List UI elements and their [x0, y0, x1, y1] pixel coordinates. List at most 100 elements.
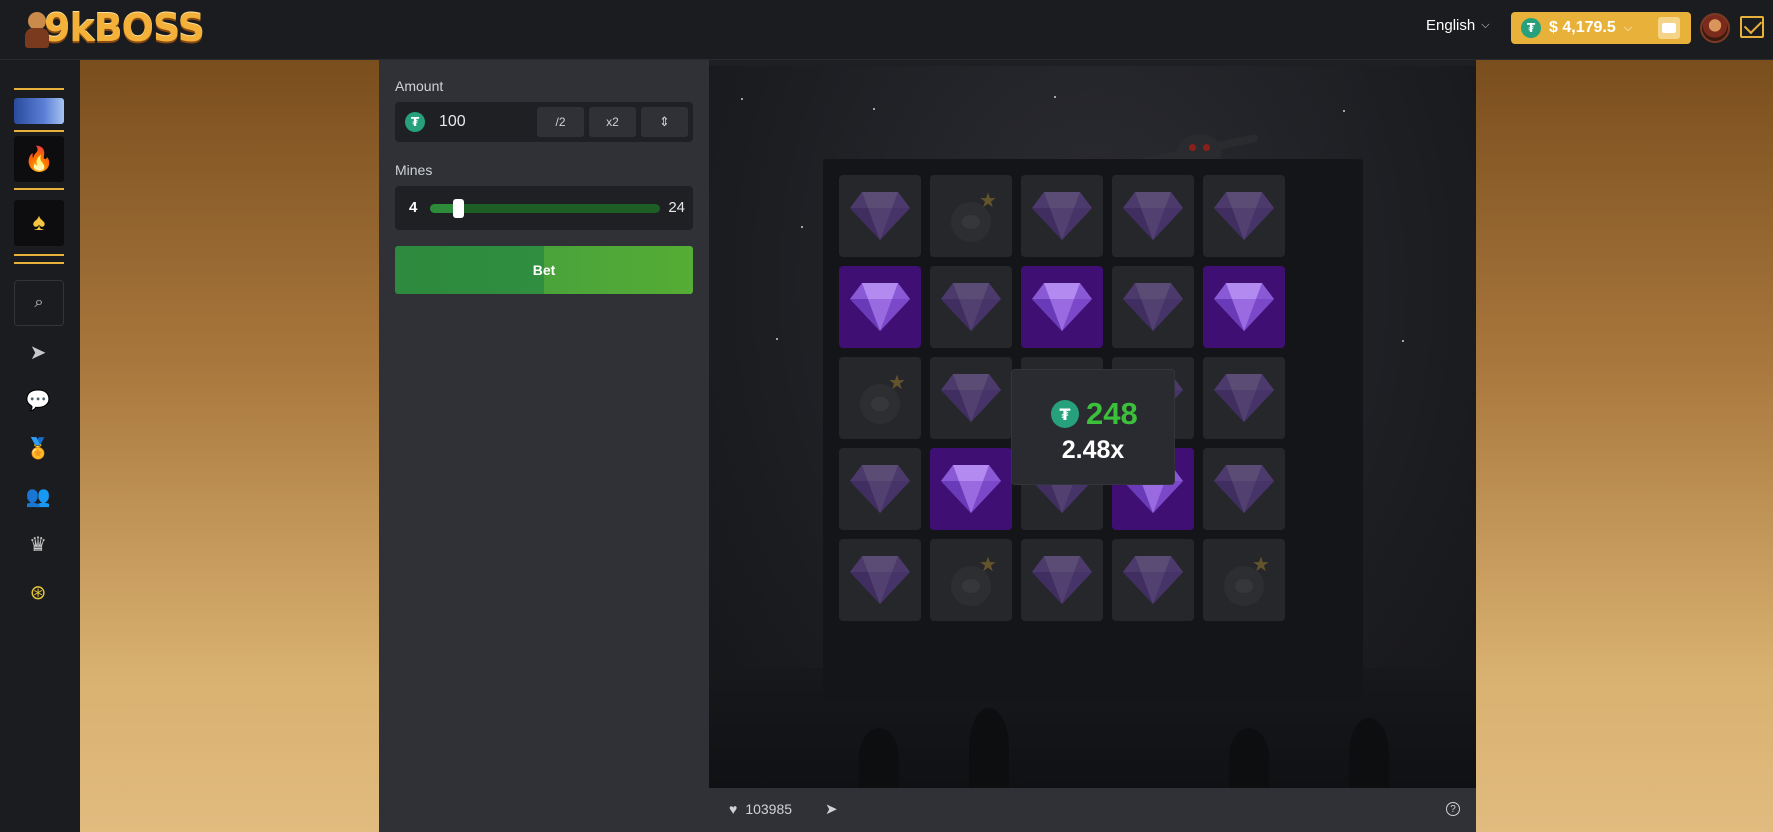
coin-icon[interactable]: ⊛: [24, 578, 52, 606]
sidebar-divider: [14, 254, 64, 256]
users-icon[interactable]: 👥: [24, 482, 52, 510]
chat-icon[interactable]: 💬: [24, 386, 52, 414]
search-icon: ⌕: [34, 294, 44, 311]
grid-cell-gem[interactable]: [930, 357, 1012, 439]
background-right: [1476, 60, 1773, 832]
sidebar-item-casino[interactable]: ♠: [14, 200, 64, 246]
amount-stepper-button[interactable]: ⇕: [641, 107, 688, 137]
grid-cell-gem[interactable]: [930, 266, 1012, 348]
grid-cell-gem-revealed[interactable]: [1203, 266, 1285, 348]
tether-icon: ₮: [1051, 400, 1079, 428]
mines-slider[interactable]: [430, 199, 660, 218]
mines-slider-row: 4 24: [395, 186, 693, 230]
tether-icon: ₮: [405, 112, 425, 132]
chevron-down-icon: ⌵: [1481, 19, 1490, 31]
gem-icon: [1030, 190, 1094, 242]
grid-cell-mine[interactable]: ★: [839, 357, 921, 439]
grid-cell-gem[interactable]: [839, 175, 921, 257]
logo-mascot-icon: [22, 6, 52, 50]
balance-amount: $ 4,179.5: [1549, 19, 1616, 36]
gem-icon: [939, 281, 1003, 333]
sidebar: 🔥 ♠ ⌕ ➤ 💬 🏅 👥 ♛ ⊛: [0, 60, 80, 832]
language-selector[interactable]: English ⌵: [1426, 17, 1490, 34]
grid-cell-gem[interactable]: [839, 448, 921, 530]
like-button[interactable]: ♥ 103985: [729, 801, 792, 817]
sidebar-divider: [14, 262, 64, 264]
grid-cell-mine[interactable]: ★: [930, 175, 1012, 257]
share-icon[interactable]: ➤: [825, 800, 838, 818]
mines-label: Mines: [395, 162, 433, 178]
mines-slider-thumb[interactable]: [453, 199, 464, 218]
bomb-icon: ★: [943, 552, 999, 608]
heart-icon: ♥: [729, 801, 738, 817]
language-label: English: [1426, 17, 1476, 34]
mail-icon[interactable]: [1740, 16, 1764, 38]
bomb-icon: ★: [852, 370, 908, 426]
win-amount: 248: [1086, 396, 1138, 431]
grid-cell-mine[interactable]: ★: [1203, 539, 1285, 621]
gem-icon: [1212, 281, 1276, 333]
win-multiplier: 2.48x: [1061, 436, 1125, 464]
grid-cell-mine[interactable]: ★: [930, 539, 1012, 621]
sidebar-divider: [14, 88, 64, 90]
win-popup: ₮ 248 2.48x: [1012, 370, 1174, 484]
logo[interactable]: 9kBOSS: [22, 6, 205, 50]
spade-icon: ♠: [32, 209, 46, 236]
grid-cell-gem[interactable]: [1112, 266, 1194, 348]
sidebar-divider: [14, 188, 64, 190]
grid-cell-gem[interactable]: [839, 539, 921, 621]
background-left: [80, 60, 379, 832]
gem-icon: [1121, 190, 1185, 242]
fire-icon: 🔥: [24, 145, 54, 173]
like-count: 103985: [745, 801, 793, 817]
top-bar: 9kBOSS English ⌵ ₮ $ 4,179.5 ⌵: [0, 0, 1773, 60]
gem-icon: [848, 281, 912, 333]
wallet-icon[interactable]: [1658, 17, 1680, 39]
gem-icon: [1121, 554, 1185, 606]
sidebar-search-button[interactable]: ⌕: [14, 280, 64, 326]
grid-cell-gem-revealed[interactable]: [839, 266, 921, 348]
gem-icon: [1212, 190, 1276, 242]
logo-text: 9kBOSS: [44, 6, 205, 50]
grid-cell-gem[interactable]: [1112, 539, 1194, 621]
mines-value: 4: [409, 199, 418, 216]
half-amount-button[interactable]: /2: [537, 107, 584, 137]
grid-cell-gem-revealed[interactable]: [930, 448, 1012, 530]
grid-cell-gem[interactable]: [1021, 175, 1103, 257]
gem-icon: [939, 463, 1003, 515]
grid-cell-gem[interactable]: [1203, 357, 1285, 439]
gem-icon: [1030, 554, 1094, 606]
medal-icon[interactable]: 🏅: [24, 434, 52, 462]
gem-icon: [1212, 463, 1276, 515]
chevron-down-icon: ⌵: [1623, 21, 1633, 34]
mines-max: 24: [668, 199, 685, 216]
grid-cell-gem[interactable]: [1021, 539, 1103, 621]
amount-label: Amount: [395, 78, 444, 94]
sidebar-item-hot[interactable]: 🔥: [14, 136, 64, 182]
gem-icon: [848, 463, 912, 515]
grid-cell-gem[interactable]: [1203, 175, 1285, 257]
paper-plane-icon[interactable]: ➤: [24, 338, 52, 366]
sidebar-divider: [14, 130, 64, 132]
avatar[interactable]: [1700, 13, 1730, 43]
game-footer: ♥ 103985 ➤ ?: [709, 788, 1476, 832]
grid-cell-gem[interactable]: [1203, 448, 1285, 530]
grid-cell-gem[interactable]: [1112, 175, 1194, 257]
bet-panel: Amount ₮ /2 x2 ⇕ Mines 4 24 Bet: [379, 60, 709, 832]
help-icon[interactable]: ?: [1446, 802, 1460, 816]
crown-icon[interactable]: ♛: [24, 530, 52, 558]
double-amount-button[interactable]: x2: [589, 107, 636, 137]
sort-arrows-icon: ⇕: [659, 114, 670, 129]
tether-icon: ₮: [1521, 18, 1541, 38]
balance-dropdown[interactable]: ₮ $ 4,179.5 ⌵: [1511, 12, 1691, 44]
bomb-icon: ★: [943, 188, 999, 244]
gem-icon: [848, 190, 912, 242]
gem-icon: [1121, 281, 1185, 333]
bet-button[interactable]: Bet: [395, 246, 693, 294]
sidebar-item-promo-banner[interactable]: [14, 98, 64, 124]
amount-input[interactable]: [439, 102, 529, 142]
gem-icon: [848, 554, 912, 606]
gem-icon: [1212, 372, 1276, 424]
bomb-icon: ★: [1216, 552, 1272, 608]
grid-cell-gem-revealed[interactable]: [1021, 266, 1103, 348]
